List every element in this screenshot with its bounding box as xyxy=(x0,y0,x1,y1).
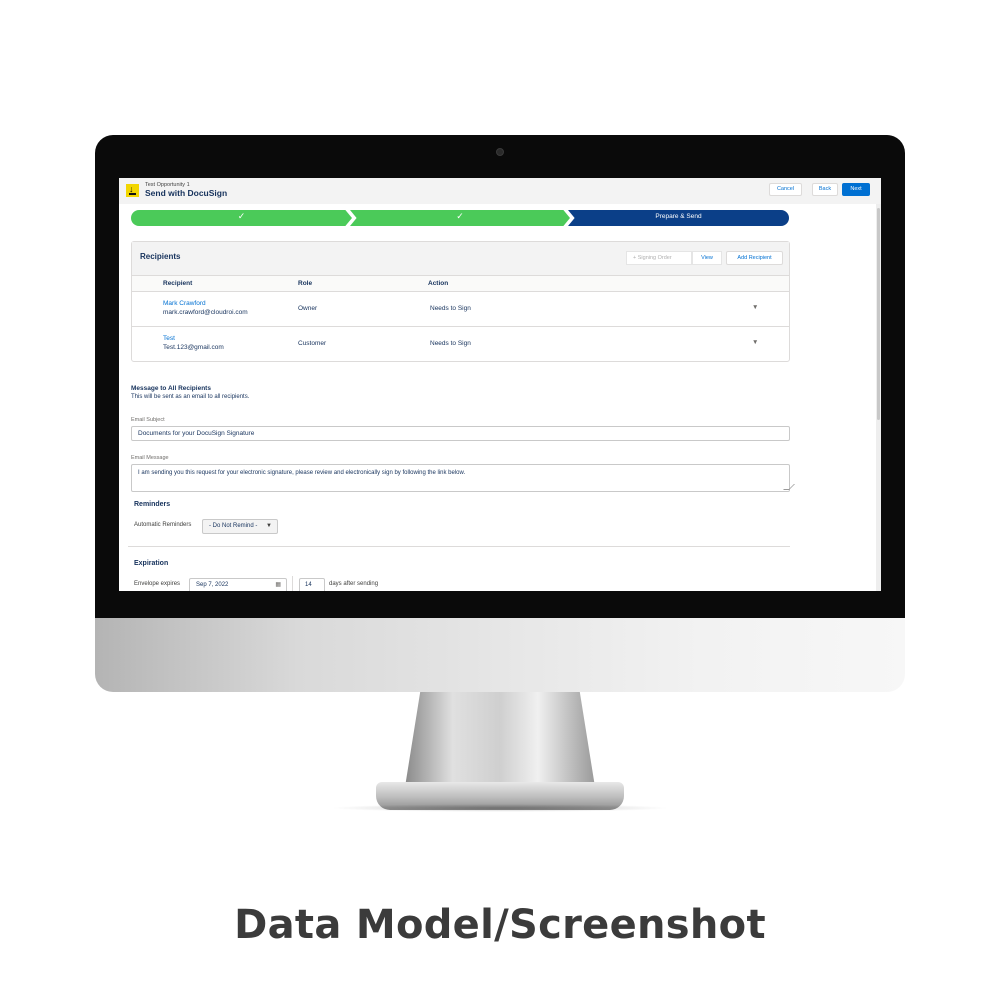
days-after-sending-label: days after sending xyxy=(329,581,379,587)
progress-step-1[interactable]: ✓ xyxy=(131,210,352,226)
email-subject-input[interactable]: Documents for your DocuSign Signature xyxy=(131,426,790,441)
view-button[interactable]: View xyxy=(692,251,722,265)
signing-order-label: Signing Order xyxy=(637,255,672,261)
stand-shadow xyxy=(330,804,670,812)
signing-order-button[interactable]: + Signing Order xyxy=(626,251,692,265)
table-row: Test Test.123@gmail.com Customer Needs t… xyxy=(132,327,789,362)
email-message-label: Email Message xyxy=(131,455,169,461)
docusign-logo-icon: ↓ xyxy=(126,184,139,197)
table-header: Recipient Role Action xyxy=(132,275,789,292)
add-recipient-button[interactable]: Add Recipient xyxy=(726,251,783,265)
check-icon: ✓ xyxy=(456,211,464,221)
recipient-email: Test.123@gmail.com xyxy=(163,344,224,351)
row-menu-chevron-down-icon[interactable]: ▼ xyxy=(752,339,758,346)
next-button[interactable]: Next xyxy=(842,183,870,196)
envelope-expires-label: Envelope expires xyxy=(134,581,181,587)
camera-icon xyxy=(496,148,504,156)
recipients-header: Recipients + Signing Order View Add Reci… xyxy=(132,242,789,275)
expiration-days-input[interactable]: 14 xyxy=(299,578,325,591)
recipient-role: Owner xyxy=(298,305,318,312)
recipient-name-link[interactable]: Test xyxy=(163,335,175,342)
recipients-title: Recipients xyxy=(140,252,181,261)
step-label: Prepare & Send xyxy=(655,213,702,220)
email-subject-label: Email Subject xyxy=(131,417,165,423)
recipient-role: Customer xyxy=(298,340,327,347)
recipient-name-link[interactable]: Mark Crawford xyxy=(163,300,206,307)
divider xyxy=(292,576,293,591)
monitor-chin xyxy=(95,618,905,692)
caption: Data Model/Screenshot xyxy=(234,902,766,948)
app-screen: ↓ Test Opportunity 1 Send with DocuSign … xyxy=(119,178,881,591)
column-header-recipient: Recipient xyxy=(163,280,193,287)
calendar-icon[interactable]: ▦ xyxy=(275,579,281,591)
cancel-button[interactable]: Cancel xyxy=(769,183,802,196)
column-header-role: Role xyxy=(298,280,313,287)
automatic-reminders-label: Automatic Reminders xyxy=(134,522,192,528)
message-section-subtitle: This will be sent as an email to all rec… xyxy=(131,394,250,400)
chevron-down-icon: ▼ xyxy=(266,523,272,529)
back-button[interactable]: Back xyxy=(812,183,838,196)
check-icon: ✓ xyxy=(237,211,246,221)
table-row: Mark Crawford mark.crawford@cloudroi.com… xyxy=(132,292,789,327)
recipient-action: Needs to Sign xyxy=(430,340,471,347)
reminders-title: Reminders xyxy=(134,501,171,508)
recipients-card: Recipients + Signing Order View Add Reci… xyxy=(131,241,790,362)
page-title: Send with DocuSign xyxy=(145,188,228,198)
recipient-email: mark.crawford@cloudroi.com xyxy=(163,309,248,316)
column-header-action: Action xyxy=(428,280,449,287)
expiration-date-value: Sep 7, 2022 xyxy=(196,582,229,588)
reminders-select[interactable]: - Do Not Remind - ▼ xyxy=(202,519,278,534)
monitor-stand xyxy=(405,692,595,787)
app-header: ↓ Test Opportunity 1 Send with DocuSign … xyxy=(119,178,881,204)
message-section-title: Message to All Recipients xyxy=(131,385,211,392)
row-menu-chevron-down-icon[interactable]: ▼ xyxy=(752,304,758,311)
recipient-action: Needs to Sign xyxy=(430,305,471,312)
expiration-date-input[interactable]: Sep 7, 2022 ▦ xyxy=(189,578,287,591)
email-message-textarea[interactable]: I am sending you this request for your e… xyxy=(131,464,790,492)
progress-step-2[interactable]: ✓ xyxy=(350,210,570,226)
progress-step-prepare-send[interactable]: Prepare & Send xyxy=(568,210,789,226)
reminders-select-value: - Do Not Remind - xyxy=(209,523,258,529)
expiration-title: Expiration xyxy=(134,560,169,567)
scrollbar-thumb[interactable] xyxy=(877,208,880,420)
section-divider xyxy=(128,546,790,547)
